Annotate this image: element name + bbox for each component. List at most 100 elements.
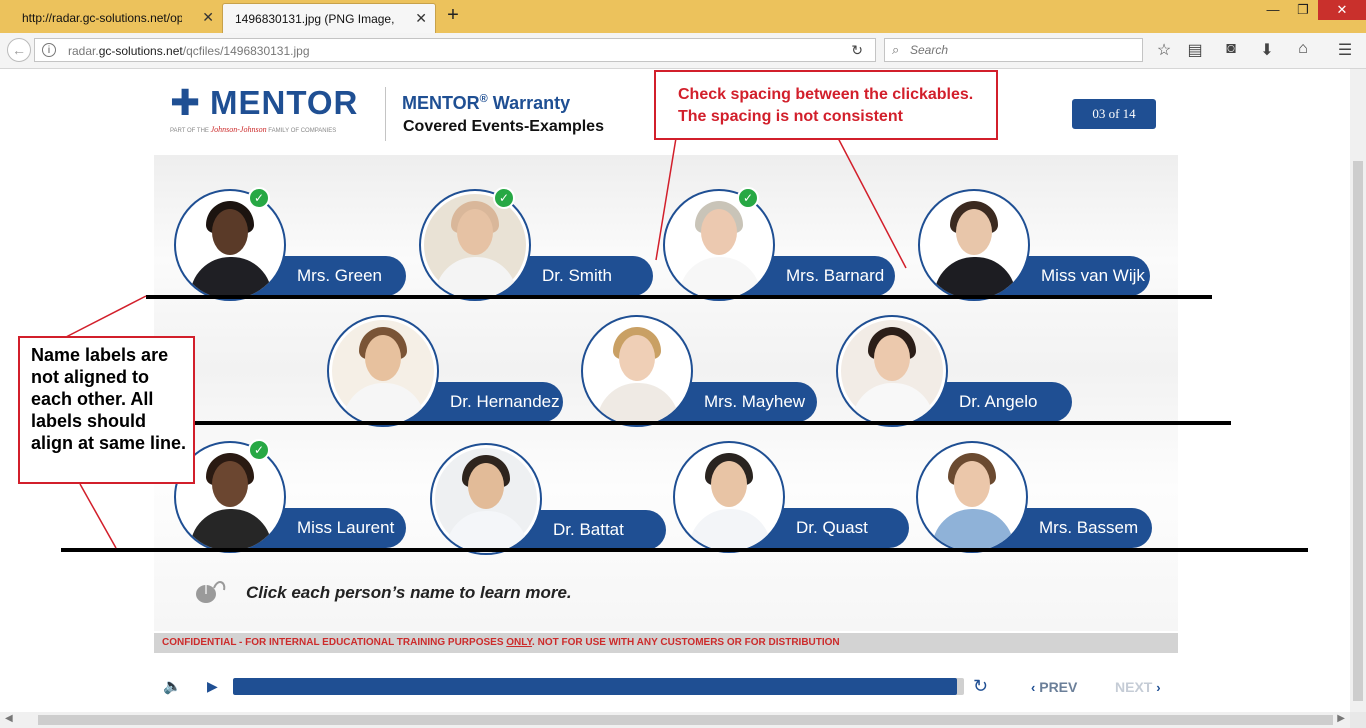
photo-face (954, 461, 990, 507)
alignment-guide-line (160, 421, 1231, 425)
download-icon[interactable]: ⬇ (1256, 40, 1278, 60)
logo-wordmark: MENTOR (210, 84, 359, 121)
person-card[interactable]: Miss Laurent ✓ (174, 439, 414, 561)
person-photo (663, 189, 775, 301)
window-close-button[interactable]: ✕ (1318, 0, 1366, 20)
close-tab-icon[interactable]: ✕ (415, 10, 427, 27)
person-name: Mrs. Mayhew (704, 392, 806, 411)
person-card[interactable]: Dr. Quast (673, 441, 913, 561)
person-card[interactable]: Dr. Angelo (836, 315, 1076, 435)
person-name: Mrs. Green (297, 266, 383, 285)
instructions-text: Click each person’s name to learn more. (246, 583, 572, 602)
person-name: Dr. Angelo (959, 392, 1038, 411)
url-text[interactable]: radar.gc-solutions.net/qcfiles/149683013… (68, 44, 310, 58)
maximize-button[interactable]: ❐ (1288, 0, 1318, 20)
progress-fill (233, 678, 957, 695)
person-photo (836, 315, 948, 427)
person-name: Mrs. Bassem (1039, 518, 1139, 537)
person-name: Mrs. Barnard (786, 266, 885, 285)
person-photo (673, 441, 785, 553)
person-card[interactable]: Miss van Wijk (918, 189, 1158, 309)
person-name: Miss van Wijk (1041, 266, 1145, 285)
tab-title: http://radar.gc-solutions.net/op (22, 11, 182, 25)
person-photo (430, 443, 542, 555)
course-slide: ✚ MENTOR PART OF THE Johnson-Johnson FAM… (154, 69, 1178, 659)
course-subtitle: Covered Events-Examples (403, 118, 604, 135)
person-card[interactable]: Mrs. Mayhew (581, 315, 821, 435)
search-input[interactable] (910, 43, 1130, 57)
page-counter: 03 of 14 (1072, 99, 1156, 129)
person-name: Dr. Battat (553, 520, 624, 539)
search-icon: ⌕ (892, 42, 900, 57)
home-icon[interactable]: ⌂ (1292, 40, 1314, 58)
close-tab-icon[interactable]: ✕ (202, 9, 214, 26)
person-card[interactable]: Dr. Hernandez (327, 315, 567, 435)
photo-face (956, 209, 992, 255)
person-photo (419, 189, 531, 301)
next-label: NEXT (1115, 679, 1157, 695)
photo-face (365, 335, 401, 381)
scroll-thumb[interactable] (1353, 161, 1363, 701)
alignment-review-note: Name labels are not aligned to each othe… (18, 336, 195, 484)
reading-list-icon[interactable]: ▤ (1184, 40, 1206, 60)
volume-icon[interactable]: 🔈 (163, 677, 182, 695)
person-card[interactable]: Dr. Battat (430, 443, 670, 563)
prev-label: PREV (1035, 679, 1078, 695)
person-card[interactable]: Mrs. Barnard ✓ (663, 187, 903, 309)
back-button[interactable]: ← (7, 38, 31, 62)
vertical-scrollbar[interactable] (1350, 69, 1366, 712)
photo-face (468, 463, 504, 509)
alignment-guide-line (146, 295, 1212, 299)
person-card[interactable]: Dr. Smith ✓ (419, 187, 659, 309)
horizontal-scrollbar[interactable]: ◀ ▶ (0, 712, 1350, 728)
url-bar[interactable]: i radar.gc-solutions.net/qcfiles/1496830… (34, 38, 876, 62)
tab-title: 1496830131.jpg (PNG Image, 136 (235, 11, 395, 26)
tab-radar[interactable]: http://radar.gc-solutions.net/op ✕ (0, 3, 222, 33)
url-path: /qcfiles/1496830131.jpg (182, 44, 310, 58)
search-bar[interactable]: ⌕ (884, 38, 1143, 62)
person-card[interactable]: Mrs. Bassem (916, 441, 1156, 561)
scroll-thumb[interactable] (38, 715, 1333, 725)
photo-face (711, 461, 747, 507)
person-photo (174, 189, 286, 301)
chevron-right-icon: › (1156, 680, 1161, 695)
mentor-cross-icon: ✚ (170, 82, 201, 123)
photo-face (212, 209, 248, 255)
info-icon[interactable]: i (42, 43, 56, 57)
person-card[interactable]: Mrs. Green ✓ (174, 187, 414, 309)
mouse-click-icon (196, 581, 226, 603)
play-button[interactable]: ▶ (207, 678, 218, 695)
pocket-icon[interactable]: ◙ (1220, 40, 1242, 58)
header-divider (385, 87, 386, 141)
mentor-logo: ✚ MENTOR PART OF THE Johnson-Johnson FAM… (170, 85, 370, 145)
tab-image[interactable]: 1496830131.jpg (PNG Image, 136 ✕ (222, 3, 436, 33)
replay-icon[interactable]: ↻ (973, 676, 988, 697)
person-name: Dr. Smith (542, 266, 612, 285)
url-prefix: radar. (68, 44, 99, 58)
progress-bar[interactable] (233, 678, 964, 695)
new-tab-button[interactable]: + (442, 4, 464, 27)
next-button[interactable]: NEXT › (1115, 679, 1161, 695)
bookmark-star-icon[interactable]: ☆ (1153, 40, 1175, 60)
hamburger-menu-icon[interactable]: ☰ (1334, 40, 1356, 60)
logo-tagline: PART OF THE Johnson-Johnson FAMILY OF CO… (170, 125, 337, 134)
completed-check-icon: ✓ (493, 187, 515, 209)
minimize-button[interactable]: — (1258, 0, 1288, 20)
person-photo (327, 315, 439, 427)
prev-button[interactable]: ‹ PREV (1031, 679, 1077, 695)
completed-check-icon: ✓ (248, 187, 270, 209)
photo-face (212, 461, 248, 507)
browser-tab-bar: http://radar.gc-solutions.net/op ✕ 14968… (0, 0, 1366, 33)
scroll-left-icon[interactable]: ◀ (5, 713, 13, 724)
photo-face (457, 209, 493, 255)
scroll-right-icon[interactable]: ▶ (1337, 713, 1345, 724)
completed-check-icon: ✓ (248, 439, 270, 461)
course-title: MENTOR® Warranty (402, 93, 571, 113)
spacing-note-line-2: The spacing is not consistent (678, 108, 903, 125)
person-name: Dr. Hernandez (450, 392, 560, 411)
person-photo (581, 315, 693, 427)
photo-face (619, 335, 655, 381)
alignment-guide-line (61, 548, 1308, 552)
person-photo (918, 189, 1030, 301)
reload-icon[interactable]: ↻ (851, 42, 863, 59)
